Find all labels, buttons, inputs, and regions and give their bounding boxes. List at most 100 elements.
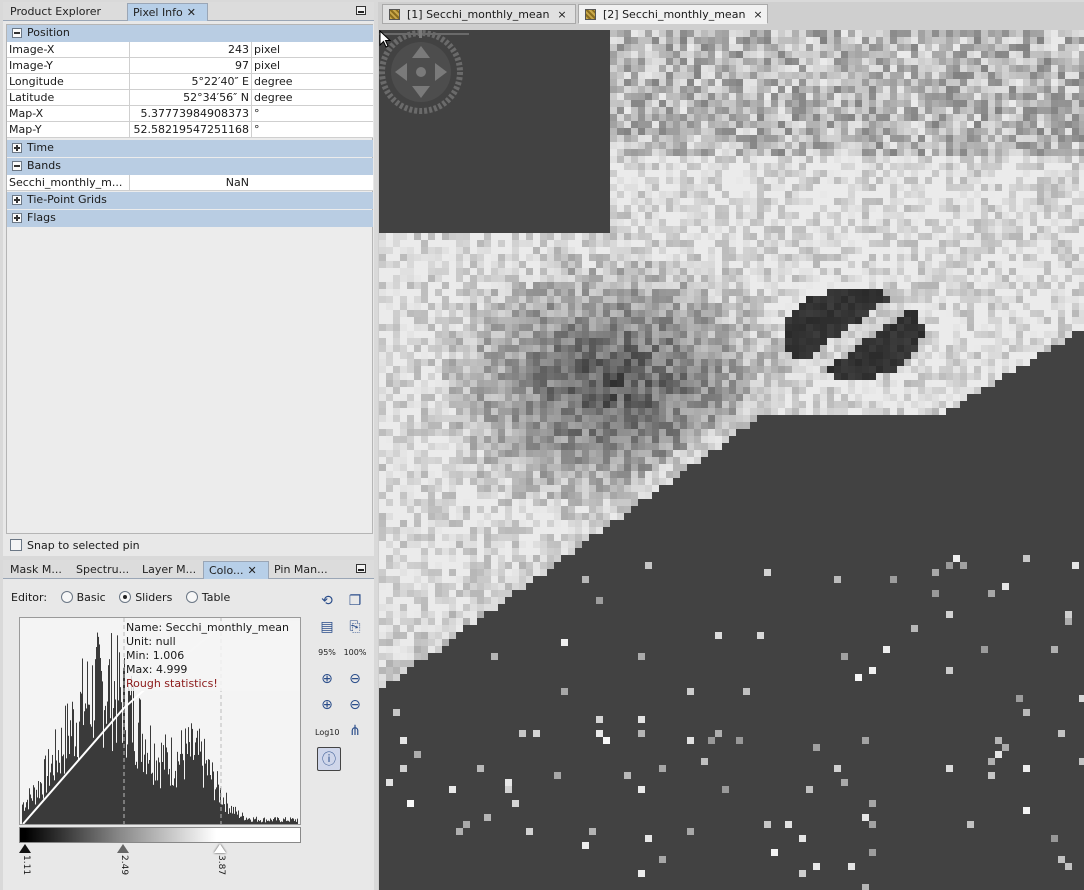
- raster-pixel: [855, 170, 862, 177]
- slider-mid-handle[interactable]: [117, 844, 129, 853]
- radio-sliders[interactable]: [119, 591, 132, 603]
- raster-pixel: [981, 331, 988, 338]
- raster-pixel: [834, 65, 841, 72]
- raster-pixel: [393, 233, 400, 240]
- reset-icon[interactable]: ⟲: [315, 589, 339, 613]
- histogram-bar: [250, 819, 251, 824]
- group-time[interactable]: Time: [7, 140, 373, 157]
- expand-icon[interactable]: [12, 213, 22, 223]
- raster-pixel: [722, 149, 729, 156]
- raster-pixel: [904, 163, 911, 170]
- distribute-sliders-icon[interactable]: ⋔: [343, 719, 367, 743]
- raster-pixel: [680, 156, 687, 163]
- raster-pixel: [799, 51, 806, 58]
- zoom-in-vertical-icon[interactable]: ⊕: [315, 667, 339, 691]
- group-tie-point-grids[interactable]: Tie-Point Grids: [7, 192, 373, 209]
- radio-basic[interactable]: [60, 591, 73, 603]
- slider-min-handle[interactable]: [19, 844, 31, 853]
- slider-max-handle[interactable]: [214, 844, 226, 853]
- zoom-in-horizontal-icon[interactable]: ⊕: [315, 693, 339, 717]
- multi-apply-icon[interactable]: ❐: [343, 589, 367, 613]
- raster-pixel: [694, 37, 701, 44]
- tab-colour-manipulation[interactable]: Colo... ✕: [203, 561, 269, 579]
- collapse-icon[interactable]: [12, 161, 22, 171]
- raster-pixel: [610, 58, 617, 65]
- raster-pixel: [736, 177, 743, 184]
- raster-pixel: [687, 240, 694, 247]
- histogram-bar: [251, 821, 252, 824]
- raster-pixel: [1072, 107, 1079, 114]
- close-icon[interactable]: ✕: [248, 564, 257, 577]
- raster-pixel: [897, 345, 904, 352]
- raster-pixel: [848, 303, 855, 310]
- histogram-bar: [272, 821, 273, 824]
- image-tab-1[interactable]: [1] Secchi_monthly_mean ×: [382, 4, 576, 24]
- export-icon[interactable]: ⎘: [343, 615, 367, 639]
- tab-pin-manager[interactable]: Pin Man...: [269, 561, 335, 579]
- raster-pixel: [883, 380, 890, 387]
- raster-pixel: [1037, 254, 1044, 261]
- histogram-bar: [66, 758, 67, 824]
- expand-icon[interactable]: [12, 195, 22, 205]
- image-tab-2[interactable]: [2] Secchi_monthly_mean ×: [578, 4, 768, 24]
- slider-max-label: 3.87: [216, 855, 226, 876]
- import-icon[interactable]: ▤: [315, 615, 339, 639]
- raster-pixel: [813, 135, 820, 142]
- raster-pixel: [610, 198, 617, 205]
- histogram-bar: [136, 761, 137, 824]
- zoom-out-horizontal-icon[interactable]: ⊖: [343, 693, 367, 717]
- raster-pixel: [995, 72, 1002, 79]
- snap-to-pin-checkbox[interactable]: Snap to selected pin: [10, 539, 140, 552]
- group-bands[interactable]: Bands: [7, 158, 373, 175]
- raster-pixel: [603, 268, 610, 275]
- tab-spectrum[interactable]: Spectru...: [71, 561, 137, 579]
- collapse-icon[interactable]: [12, 28, 22, 38]
- zoom-100-button[interactable]: 100%: [343, 639, 367, 663]
- raster-pixel: [421, 303, 428, 310]
- histogram-bar: [294, 821, 295, 824]
- tab-mask-manager[interactable]: Mask M...: [5, 561, 71, 579]
- close-icon[interactable]: ✕: [187, 6, 196, 19]
- close-icon[interactable]: ×: [753, 8, 762, 21]
- group-position[interactable]: Position: [7, 25, 373, 42]
- group-flags[interactable]: Flags: [7, 210, 373, 227]
- radio-table[interactable]: [185, 591, 198, 603]
- raster-pixel: [652, 170, 659, 177]
- raster-pixel: [1023, 114, 1030, 121]
- row-unit: °: [251, 106, 373, 121]
- raster-pixel: [1023, 30, 1030, 37]
- raster-pixel: [995, 142, 1002, 149]
- color-gradient-bar[interactable]: [19, 827, 301, 843]
- raster-pixel: [708, 373, 715, 380]
- raster-pixel: [526, 324, 533, 331]
- raster-pixel: [526, 387, 533, 394]
- raster-pixel: [715, 79, 722, 86]
- histogram-panel[interactable]: Name: Secchi_monthly_mean Unit: null Min…: [19, 617, 301, 825]
- raster-pixel: [708, 401, 715, 408]
- raster-pixel: [1072, 233, 1079, 240]
- raster-pixel: [806, 303, 813, 310]
- minimize-button[interactable]: [356, 564, 366, 573]
- raster-pixel: [1023, 198, 1030, 205]
- tab-layer-manager[interactable]: Layer M...: [137, 561, 203, 579]
- raster-pixel: [981, 268, 988, 275]
- raster-pixel: [484, 261, 491, 268]
- raster-pixel: [1037, 296, 1044, 303]
- raster-pixel: [792, 331, 799, 338]
- close-icon[interactable]: ×: [557, 8, 566, 21]
- histogram-bar: [170, 785, 171, 824]
- raster-pixel: [806, 401, 813, 408]
- map-canvas[interactable]: [379, 30, 1084, 890]
- checkbox-box[interactable]: [10, 539, 22, 551]
- expand-icon[interactable]: [12, 143, 22, 153]
- log10-button[interactable]: Log10: [315, 719, 339, 743]
- minimize-button[interactable]: [356, 6, 366, 15]
- raster-pixel: [743, 142, 750, 149]
- tab-pixel-info[interactable]: Pixel Info ✕: [127, 3, 208, 21]
- zoom-95-button[interactable]: 95%: [315, 639, 339, 663]
- info-toggle-icon[interactable]: ⓘ: [317, 747, 341, 771]
- tab-product-explorer[interactable]: Product Explorer: [5, 3, 126, 21]
- zoom-out-vertical-icon[interactable]: ⊖: [343, 667, 367, 691]
- raster-pixel: [1058, 37, 1065, 44]
- raster-pixel: [960, 296, 967, 303]
